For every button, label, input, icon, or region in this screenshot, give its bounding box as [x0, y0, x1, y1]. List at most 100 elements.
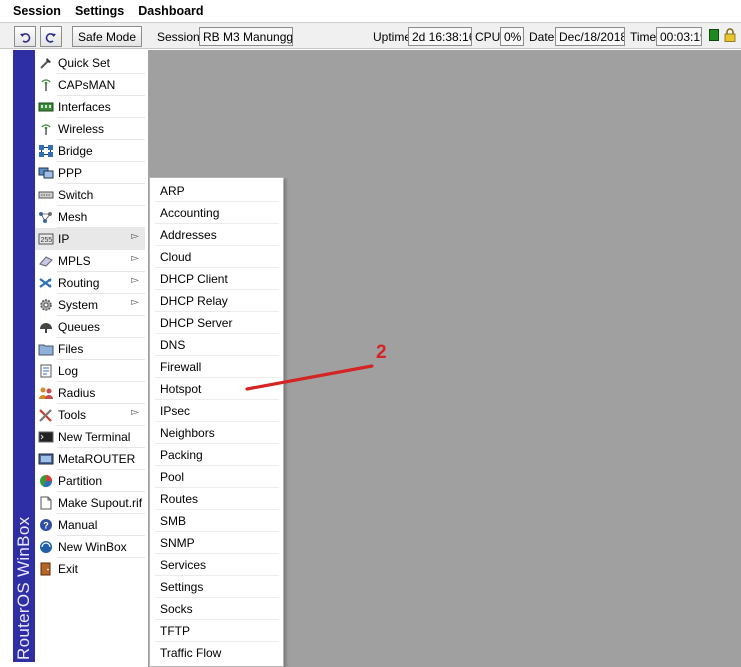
- menu-item-exit[interactable]: Exit: [35, 558, 145, 580]
- submenu-item-settings[interactable]: Settings: [150, 576, 283, 598]
- submenu-arrow-icon: ▻: [131, 407, 139, 418]
- menu-item-system[interactable]: System ▻: [35, 294, 145, 316]
- date-label: Date:: [529, 30, 558, 44]
- menu-item-log[interactable]: Log: [35, 360, 145, 382]
- submenu-item-dns[interactable]: DNS: [150, 334, 283, 356]
- undo-button[interactable]: [14, 26, 36, 47]
- mesh-icon: [38, 209, 54, 225]
- session-label: Session:: [157, 30, 204, 44]
- submenu-item-dhcp-server[interactable]: DHCP Server: [150, 312, 283, 334]
- menu-item-mesh[interactable]: Mesh: [35, 206, 145, 228]
- menu-item-mpls[interactable]: MPLS ▻: [35, 250, 145, 272]
- menu-item-partition[interactable]: Partition: [35, 470, 145, 492]
- submenu-item-ipsec[interactable]: IPsec: [150, 400, 283, 422]
- submenu-item-traffic-flow[interactable]: Traffic Flow: [150, 642, 283, 664]
- submenu-item-firewall[interactable]: Firewall: [150, 356, 283, 378]
- safe-mode-button[interactable]: Safe Mode: [72, 26, 142, 47]
- submenu-item-dhcp-relay[interactable]: DHCP Relay: [150, 290, 283, 312]
- menu-item-capsman[interactable]: CAPsMAN: [35, 74, 145, 96]
- menu-item-quick-set[interactable]: Quick Set: [35, 52, 145, 74]
- date-value: Dec/18/2018: [555, 27, 625, 46]
- submenu-arrow-icon: ▻: [131, 297, 139, 308]
- menu-item-tools[interactable]: Tools ▻: [35, 404, 145, 426]
- menu-session[interactable]: Session: [13, 4, 61, 18]
- submenu-item-tftp[interactable]: TFTP: [150, 620, 283, 642]
- menu-bar: Session Settings Dashboard: [0, 0, 741, 22]
- submenu-item-arp[interactable]: ARP: [150, 180, 283, 202]
- submenu-item-addresses[interactable]: Addresses: [150, 224, 283, 246]
- cpu-value: 0%: [500, 27, 524, 46]
- submenu-arrow-icon: ▻: [131, 253, 139, 264]
- brand-strip: RouterOS WinBox: [13, 50, 35, 662]
- submenu-item-socks[interactable]: Socks: [150, 598, 283, 620]
- interfaces-icon: [38, 99, 54, 115]
- lock-icon: [724, 28, 736, 42]
- terminal-icon: [38, 429, 54, 445]
- menu-item-radius[interactable]: Radius: [35, 382, 145, 404]
- exit-icon: [38, 561, 54, 577]
- ip-submenu: ARP Accounting Addresses Cloud DHCP Clie…: [149, 177, 284, 667]
- radius-icon: [38, 385, 54, 401]
- menu-item-files[interactable]: Files: [35, 338, 145, 360]
- ip-icon: 255: [38, 231, 54, 247]
- queues-icon: [38, 319, 54, 335]
- menu-item-queues[interactable]: Queues: [35, 316, 145, 338]
- routing-icon: [38, 275, 54, 291]
- wireless-icon: [38, 121, 54, 137]
- submenu-item-accounting[interactable]: Accounting: [150, 202, 283, 224]
- menu-item-interfaces[interactable]: Interfaces: [35, 96, 145, 118]
- svg-text:?: ?: [43, 521, 49, 531]
- menu-item-manual[interactable]: ? Manual: [35, 514, 145, 536]
- submenu-item-dhcp-client[interactable]: DHCP Client: [150, 268, 283, 290]
- system-icon: [38, 297, 54, 313]
- menu-item-routing[interactable]: Routing ▻: [35, 272, 145, 294]
- submenu-arrow-icon: ▻: [131, 231, 139, 242]
- redo-button[interactable]: [40, 26, 62, 47]
- menu-item-metarouter[interactable]: MetaROUTER: [35, 448, 145, 470]
- menu-settings[interactable]: Settings: [75, 4, 124, 18]
- menu-item-switch[interactable]: Switch: [35, 184, 145, 206]
- metarouter-icon: [38, 451, 54, 467]
- quick-set-icon: [38, 55, 54, 71]
- menu-item-make-supout[interactable]: Make Supout.rif: [35, 492, 145, 514]
- capsman-icon: [38, 77, 54, 93]
- submenu-item-services[interactable]: Services: [150, 554, 283, 576]
- brand-text: RouterOS WinBox: [14, 516, 33, 660]
- toolbar: Safe Mode Session: RB M3 Manunggal Uptim…: [0, 22, 741, 49]
- mpls-icon: [38, 253, 54, 269]
- log-icon: [38, 363, 54, 379]
- submenu-item-smb[interactable]: SMB: [150, 510, 283, 532]
- menu-item-new-winbox[interactable]: New WinBox: [35, 536, 145, 558]
- submenu-item-neighbors[interactable]: Neighbors: [150, 422, 283, 444]
- manual-icon: ?: [38, 517, 54, 533]
- submenu-item-cloud[interactable]: Cloud: [150, 246, 283, 268]
- supout-icon: [38, 495, 54, 511]
- partition-icon: [38, 473, 54, 489]
- bridge-icon: [38, 143, 54, 159]
- menu-dashboard[interactable]: Dashboard: [138, 4, 203, 18]
- menu-item-ppp[interactable]: PPP: [35, 162, 145, 184]
- menu-item-wireless[interactable]: Wireless: [35, 118, 145, 140]
- menu-item-ip[interactable]: 255 IP ▻: [35, 228, 145, 250]
- ppp-icon: [38, 165, 54, 181]
- winbox-icon: [38, 539, 54, 555]
- svg-text:255: 255: [41, 237, 53, 244]
- redo-icon: [45, 32, 56, 43]
- status-indicator: [709, 29, 719, 41]
- submenu-item-pool[interactable]: Pool: [150, 466, 283, 488]
- submenu-item-routes[interactable]: Routes: [150, 488, 283, 510]
- uptime-value: 2d 16:38:16: [408, 27, 472, 46]
- annotation-number: 2: [376, 342, 387, 363]
- menu-item-new-terminal[interactable]: New Terminal: [35, 426, 145, 448]
- time-value: 00:03:19: [656, 27, 702, 46]
- main-menu: Quick Set CAPsMAN Interfaces Wireless Br…: [35, 52, 148, 584]
- undo-icon: [20, 32, 31, 43]
- session-value: RB M3 Manunggal: [199, 27, 293, 46]
- submenu-item-packing[interactable]: Packing: [150, 444, 283, 466]
- menu-item-bridge[interactable]: Bridge: [35, 140, 145, 162]
- switch-icon: [38, 187, 54, 203]
- files-icon: [38, 341, 54, 357]
- submenu-item-snmp[interactable]: SNMP: [150, 532, 283, 554]
- tools-icon: [38, 407, 54, 423]
- submenu-item-hotspot[interactable]: Hotspot: [150, 378, 283, 400]
